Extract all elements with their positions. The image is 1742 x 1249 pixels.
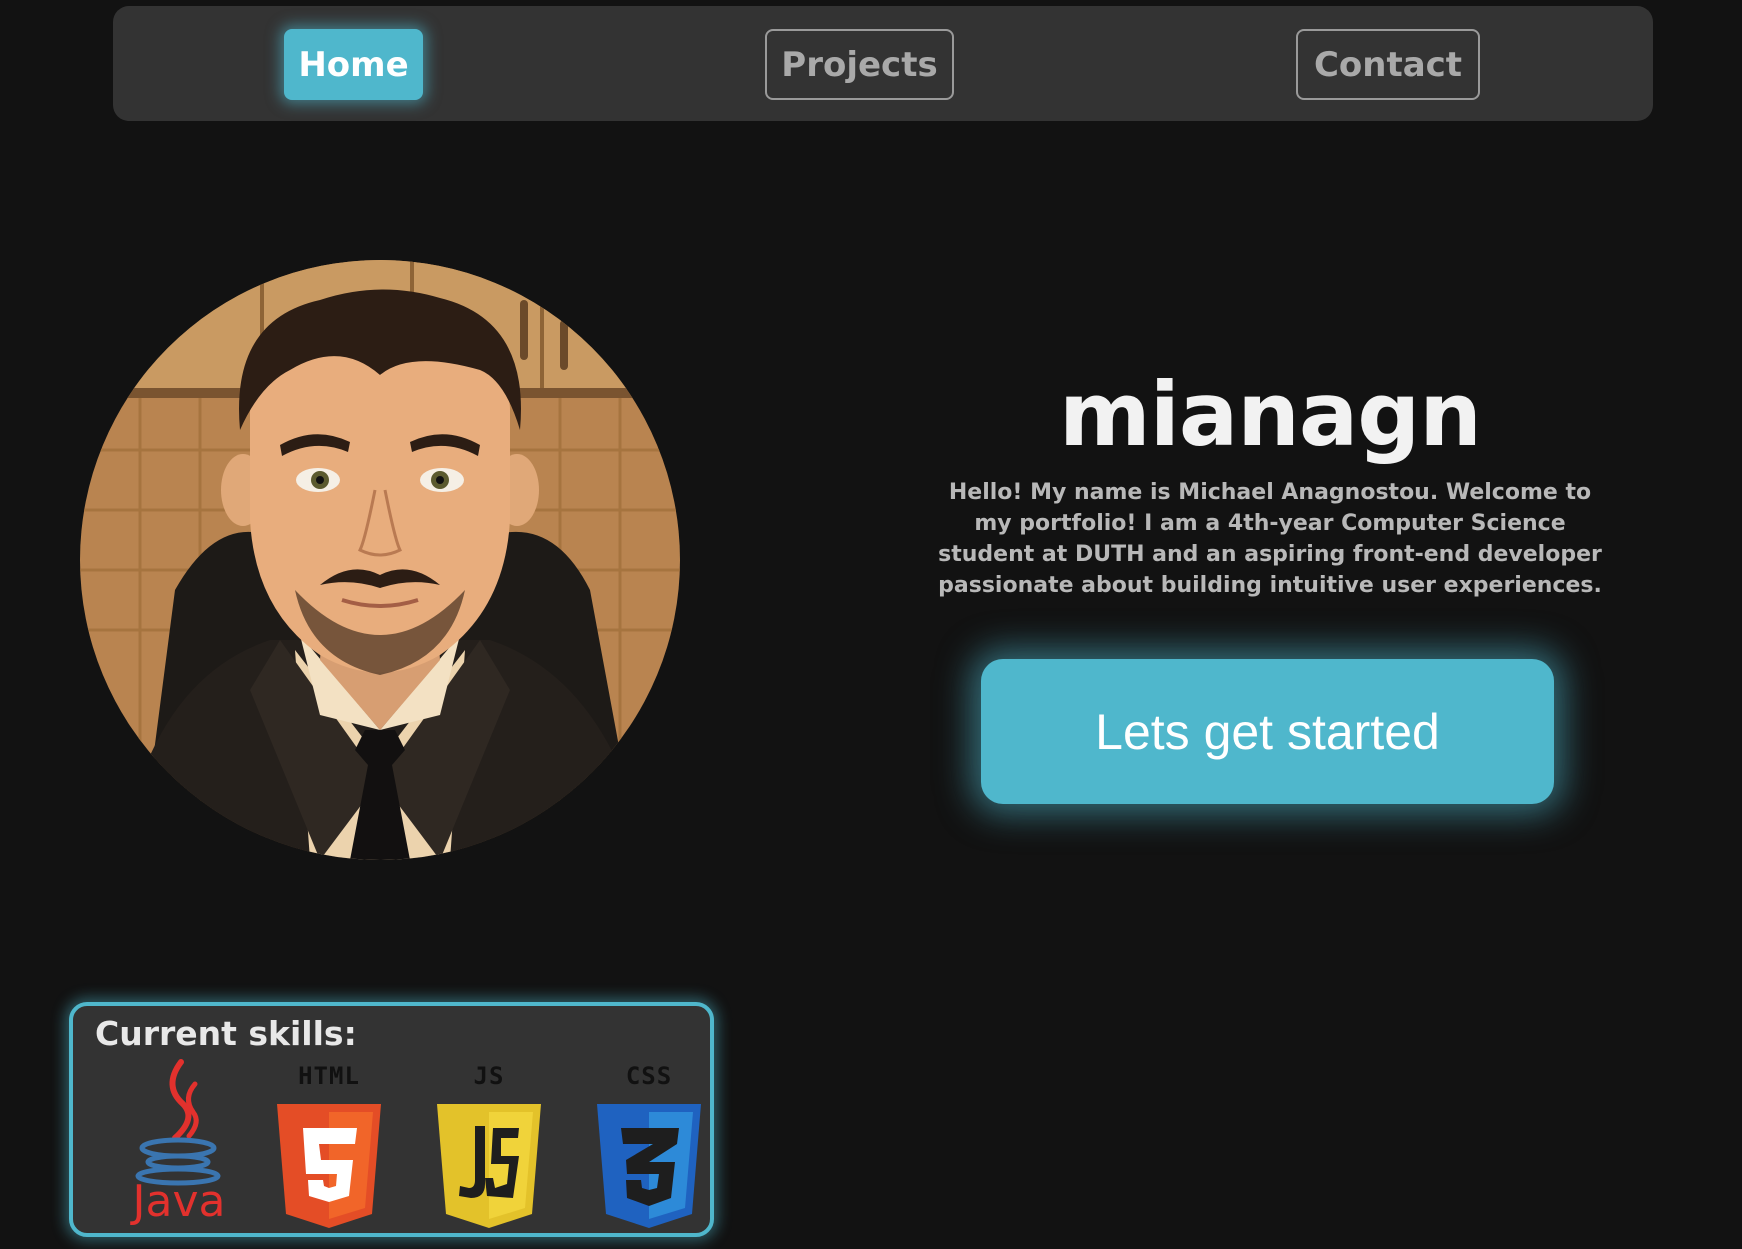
skill-java: Java [123, 1056, 235, 1234]
nav-projects-button[interactable]: Projects [765, 29, 954, 100]
js-label: JS [473, 1062, 505, 1090]
skill-css: CSS [593, 1056, 705, 1234]
top-navbar: Home Projects Contact [113, 6, 1653, 121]
hero-description: Hello! My name is Michael Anagnostou. We… [938, 480, 1602, 598]
hero-title: mianagn [1059, 362, 1482, 466]
profile-avatar [80, 260, 680, 860]
java-label: Java [132, 1176, 226, 1227]
avatar-illustration [80, 260, 680, 860]
skills-panel: Current skills: Java HTML JS CSS [69, 1002, 714, 1237]
html-label: HTML [298, 1062, 360, 1090]
skill-js: JS [433, 1056, 545, 1234]
css-label: CSS [625, 1062, 673, 1090]
nav-home-button[interactable]: Home [284, 29, 423, 100]
skill-html: HTML [273, 1056, 385, 1234]
portfolio-page: Home Projects Contact mianagn Hello! My … [0, 0, 1742, 1249]
nav-contact-button[interactable]: Contact [1296, 29, 1480, 100]
skills-title: Current skills: [95, 1014, 357, 1053]
lets-get-started-button[interactable]: Lets get started [981, 659, 1554, 804]
